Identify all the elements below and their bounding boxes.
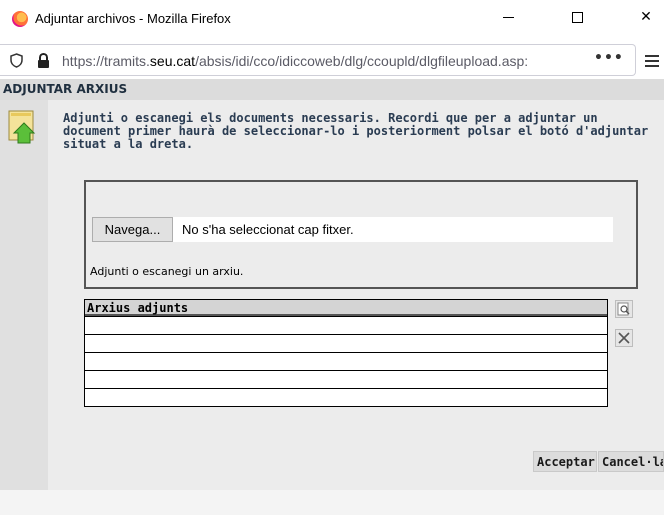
view-file-button[interactable] bbox=[615, 300, 633, 318]
minimize-button[interactable] bbox=[485, 0, 531, 34]
minimize-icon bbox=[502, 16, 514, 18]
table-row[interactable] bbox=[85, 334, 607, 352]
lock-icon[interactable] bbox=[37, 53, 50, 69]
close-x-icon bbox=[618, 332, 630, 344]
navigation-bar: https://tramits.seu.cat/absis/idi/cco/id… bbox=[0, 39, 664, 78]
dialog-title: ADJUNTAR ARXIUS bbox=[0, 79, 664, 100]
upload-folder-icon bbox=[8, 110, 36, 144]
delete-file-button[interactable] bbox=[615, 329, 633, 347]
cancel-button[interactable]: Cancel·lar bbox=[598, 451, 664, 472]
window-title: Adjuntar archivos - Mozilla Firefox bbox=[35, 11, 231, 26]
maximize-icon bbox=[571, 11, 583, 23]
attached-files-header: Arxius adjunts bbox=[85, 300, 607, 316]
accept-button[interactable]: Acceptar bbox=[533, 451, 597, 472]
hamburger-menu-icon[interactable] bbox=[645, 55, 659, 70]
table-row[interactable] bbox=[85, 352, 607, 370]
url-prefix: https://tramits. bbox=[62, 53, 150, 69]
file-status-text: No s'ha seleccionat cap fitxer. bbox=[182, 222, 354, 237]
maximize-button[interactable] bbox=[554, 0, 600, 34]
table-row[interactable] bbox=[85, 316, 607, 334]
window-titlebar: Adjuntar archivos - Mozilla Firefox ✕ bbox=[0, 0, 664, 39]
browse-button[interactable]: Navega... bbox=[92, 217, 173, 242]
table-row[interactable] bbox=[85, 388, 607, 406]
firefox-logo-icon bbox=[12, 11, 28, 27]
magnifier-icon bbox=[617, 302, 630, 316]
address-bar[interactable]: https://tramits.seu.cat/absis/idi/cco/id… bbox=[0, 44, 636, 76]
shield-icon[interactable] bbox=[10, 53, 23, 68]
dialog-left-strip bbox=[0, 100, 48, 490]
instructions-text: Adjunti o escanegi els documents necessa… bbox=[63, 111, 649, 151]
url-text[interactable]: https://tramits.seu.cat/absis/idi/cco/id… bbox=[62, 53, 528, 69]
file-hint-text: Adjunti o escanegi un arxiu. bbox=[90, 265, 244, 278]
page-actions-button[interactable]: ••• bbox=[594, 50, 624, 66]
url-path: /absis/idi/cco/idiccoweb/dlg/ccoupld/dlg… bbox=[195, 53, 529, 69]
file-input[interactable]: Navega... No s'ha seleccionat cap fitxer… bbox=[92, 217, 613, 242]
table-row[interactable] bbox=[85, 370, 607, 388]
url-domain: seu.cat bbox=[149, 53, 196, 69]
dialog-footer bbox=[0, 490, 664, 515]
close-icon: ✕ bbox=[640, 9, 652, 25]
attached-files-table: Arxius adjunts bbox=[84, 299, 608, 407]
dialog-content bbox=[48, 100, 664, 490]
close-window-button[interactable]: ✕ bbox=[623, 0, 664, 34]
